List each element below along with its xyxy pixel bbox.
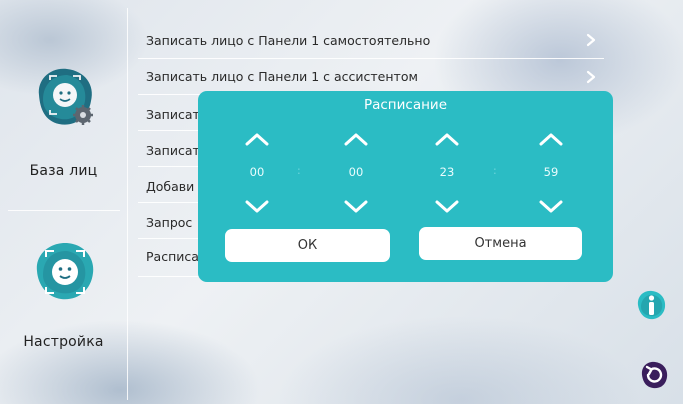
dialog-title: Расписание <box>363 97 448 113</box>
sidebar: База лиц Настройка <box>0 0 127 404</box>
chevron-down-icon[interactable] <box>244 199 270 215</box>
sidebar-item-label: Настройка <box>23 334 104 350</box>
chevron-down-icon[interactable] <box>434 199 460 215</box>
face-scan-icon <box>33 239 97 303</box>
time-separator: : <box>297 164 301 177</box>
face-settings-icon <box>33 65 97 129</box>
start-minute-value[interactable]: 00 <box>326 165 386 179</box>
info-icon[interactable] <box>635 289 667 321</box>
chevron-up-icon[interactable] <box>244 131 270 147</box>
time-separator: : <box>493 164 497 177</box>
chevron-up-icon[interactable] <box>343 131 369 147</box>
cancel-button[interactable]: Отмена <box>419 227 582 260</box>
chevron-down-icon[interactable] <box>343 199 369 215</box>
chevron-down-icon[interactable] <box>538 199 564 215</box>
chevron-up-icon[interactable] <box>434 131 460 147</box>
list-item[interactable]: Записать лицо с Панели 1 самостоятельно <box>138 26 604 56</box>
schedule-dialog: Расписание 00 : 00 23 : 59 ОК Отмена <box>198 91 613 282</box>
end-minute-value[interactable]: 59 <box>521 165 581 179</box>
chevron-right-icon[interactable] <box>584 33 598 47</box>
list-item[interactable]: Записать лицо с Панели 1 с ассистентом <box>138 62 604 92</box>
sidebar-item-face-database[interactable]: База лиц <box>0 0 127 210</box>
chevron-up-icon[interactable] <box>538 131 564 147</box>
end-hour-value[interactable]: 23 <box>417 165 477 179</box>
start-hour-value[interactable]: 00 <box>227 165 287 179</box>
chevron-right-icon[interactable] <box>584 70 598 84</box>
ok-button[interactable]: ОК <box>225 229 390 262</box>
back-arrow-icon[interactable] <box>639 360 669 390</box>
sidebar-divider-vertical <box>127 8 128 400</box>
row-divider <box>138 58 604 59</box>
sidebar-item-settings[interactable]: Настройка <box>0 211 127 401</box>
sidebar-item-label: База лиц <box>29 163 98 179</box>
